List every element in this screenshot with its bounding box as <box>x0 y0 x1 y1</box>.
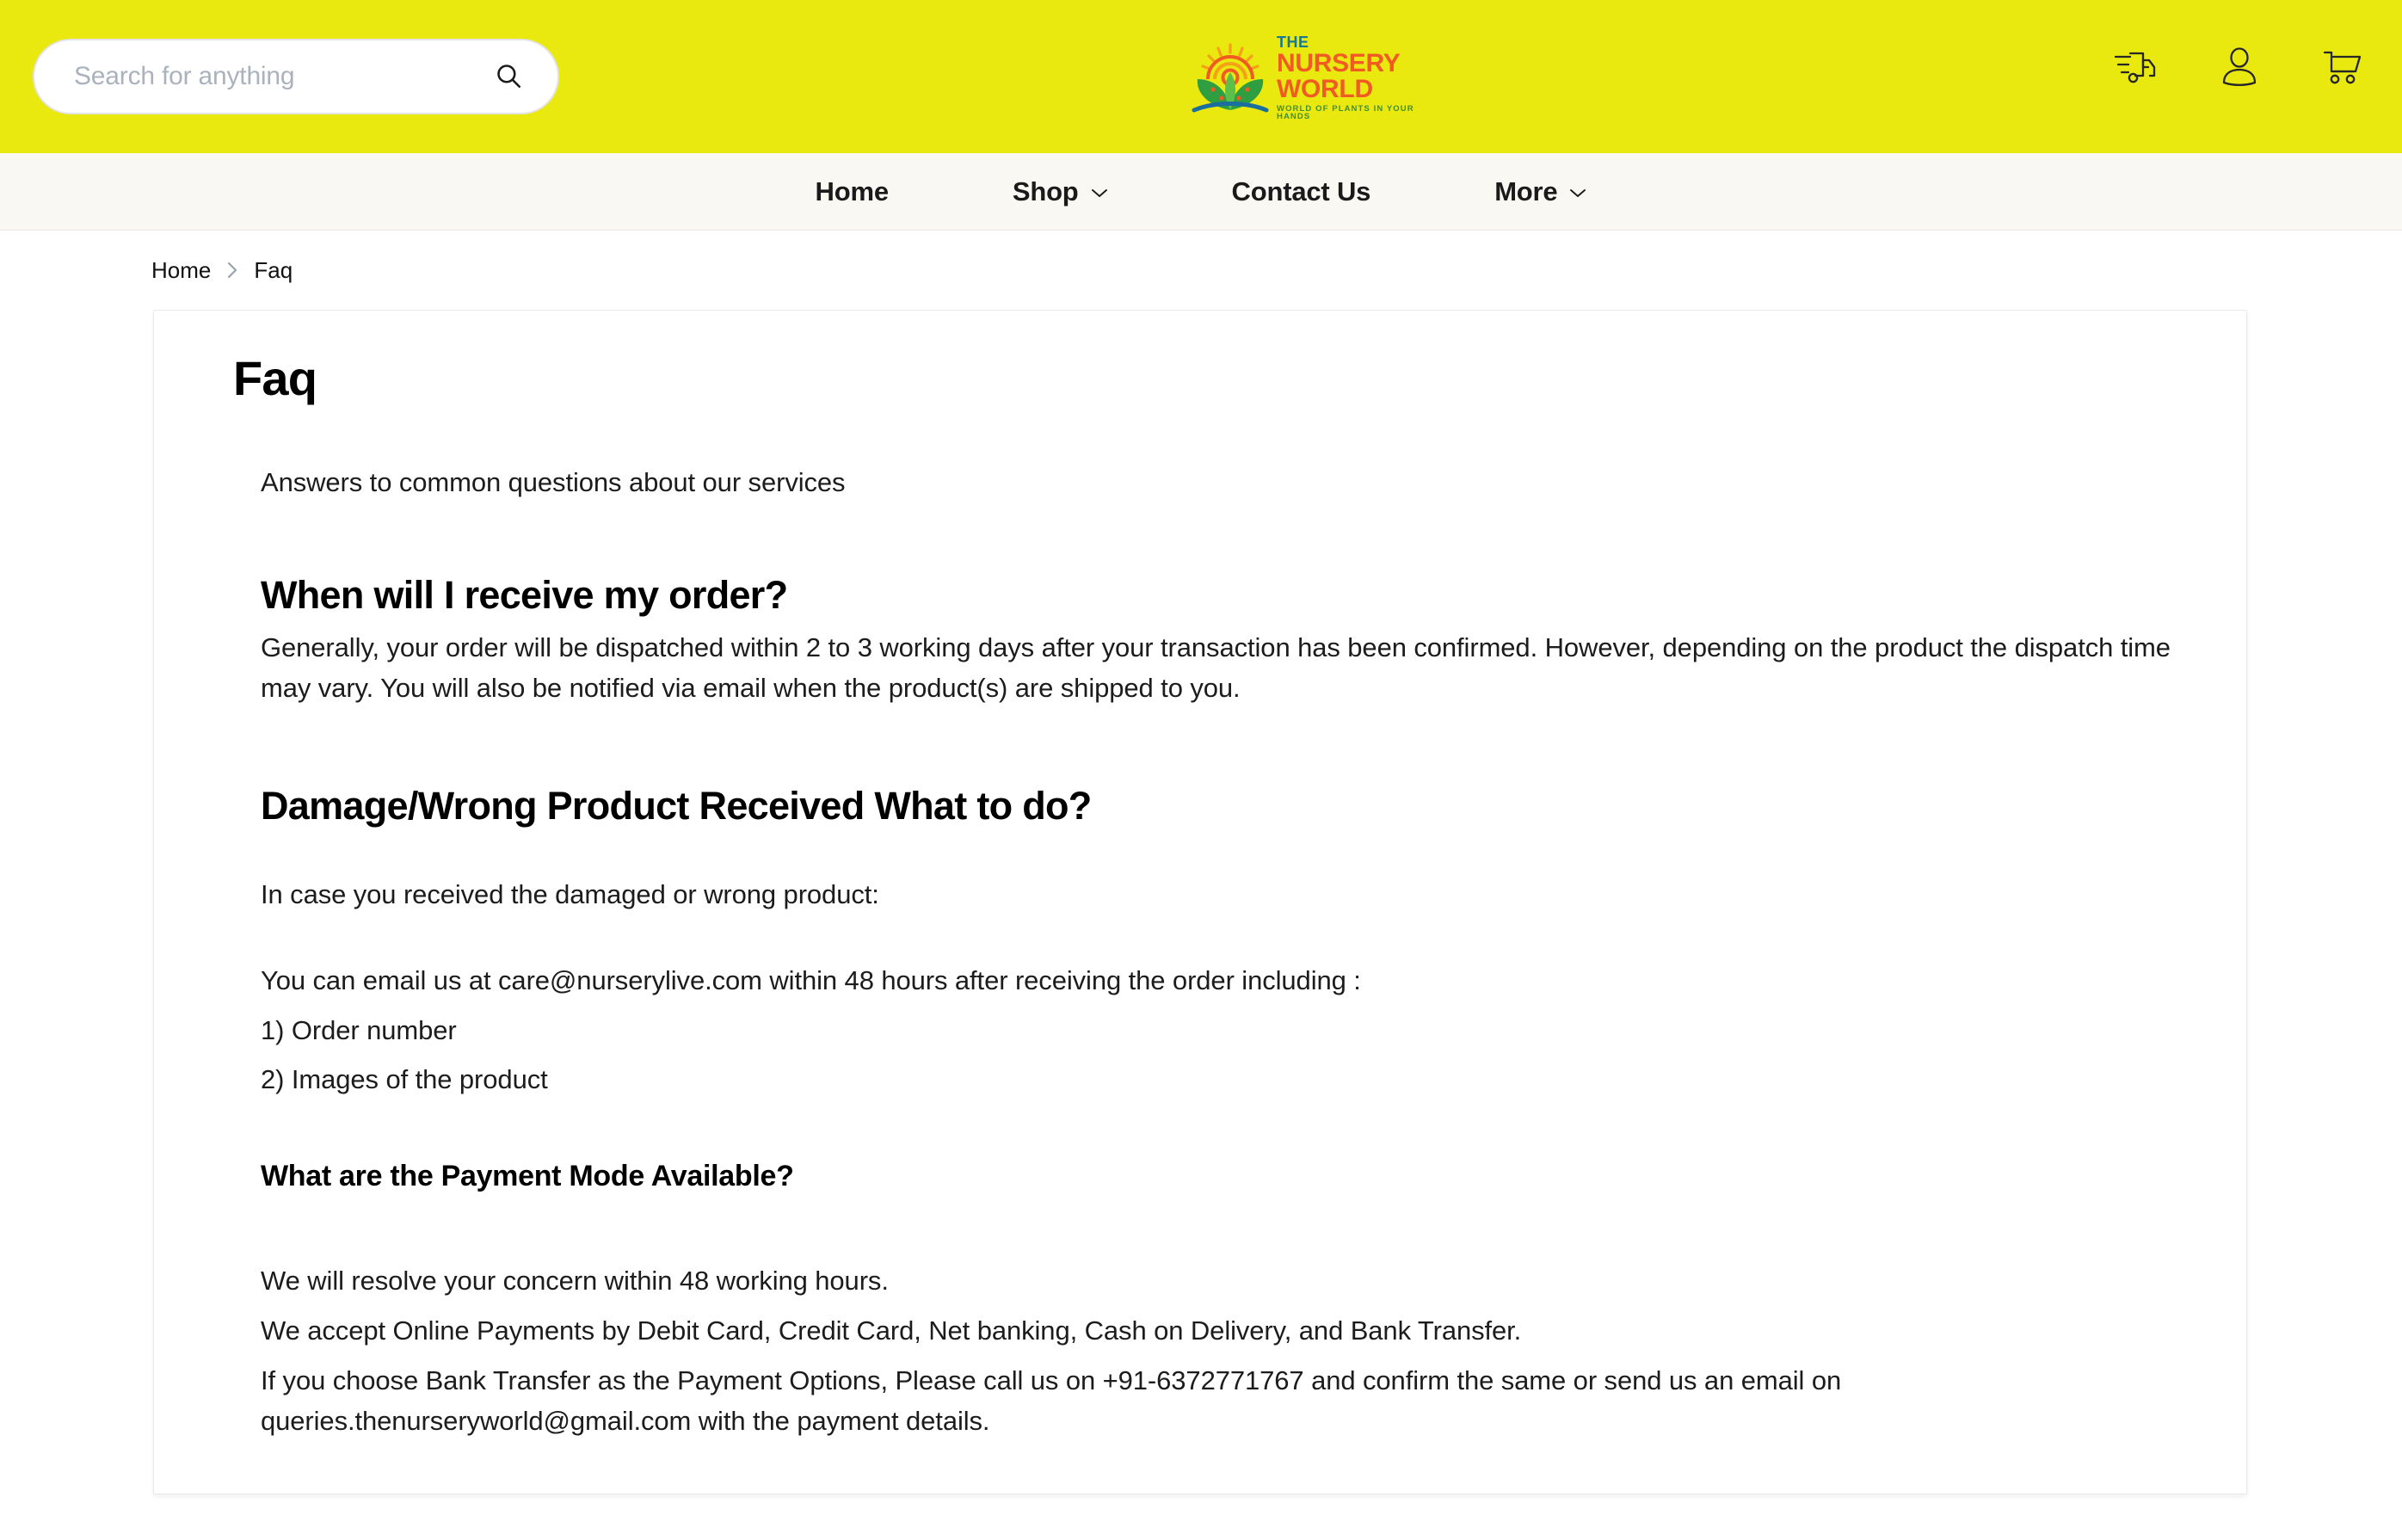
nav-item-more[interactable]: More <box>1432 176 1648 207</box>
logo-tagline: WORLD OF PLANTS IN YOUR HANDS <box>1277 103 1414 121</box>
chevron-right-icon <box>225 260 239 280</box>
faq-question-2: Damage/Wrong Product Received What to do… <box>261 784 1092 829</box>
page-subtitle: Answers to common questions about our se… <box>261 466 846 497</box>
chevron-down-icon <box>1569 188 1586 199</box>
site-logo[interactable]: THE NURSERY WORLD WORLD OF PLANTS IN YOU… <box>1186 34 1414 120</box>
nav-item-shop[interactable]: Shop <box>951 176 1170 207</box>
faq-answer-2-intro: In case you received the damaged or wron… <box>261 879 879 910</box>
track-order-truck-icon[interactable] <box>2111 41 2161 91</box>
nav-list: Home Shop Contact Us More <box>754 176 1649 207</box>
site-header: THE NURSERY WORLD WORLD OF PLANTS IN YOU… <box>0 0 2402 153</box>
faq-answer-2-line-3: 2) Images of the product <box>261 1064 548 1095</box>
nav-label-shop: Shop <box>1012 176 1079 206</box>
nav-label-home: Home <box>815 176 890 206</box>
search-button[interactable] <box>487 55 530 98</box>
faq-answer-3-line-2: We accept Online Payments by Debit Card,… <box>261 1315 1522 1346</box>
faq-content: Answers to common questions about our se… <box>207 467 2193 1443</box>
faq-question-1: When will I receive my order? <box>261 572 788 617</box>
faq-answer-2-line-1: You can email us at care@nurserylive.com… <box>261 964 1361 995</box>
main-navigation: Home Shop Contact Us More <box>0 153 2402 231</box>
search-icon <box>494 61 523 93</box>
chevron-down-icon <box>1091 188 1108 199</box>
shopping-cart-icon[interactable] <box>2318 41 2368 91</box>
faq-question-3: What are the Payment Mode Available? <box>261 1160 794 1192</box>
nav-label-more: More <box>1494 176 1558 206</box>
faq-answer-1: Generally, your order will be dispatched… <box>261 631 2171 704</box>
sun-and-leaves-icon <box>1186 41 1275 114</box>
breadcrumb: Home Faq <box>0 231 2402 310</box>
logo-main-text: NURSERY WORLD <box>1277 48 1400 103</box>
faq-card: Faq Answers to common questions about ou… <box>153 310 2247 1495</box>
user-account-icon[interactable] <box>2214 41 2264 91</box>
search-input[interactable] <box>72 61 487 92</box>
header-actions <box>2111 41 2368 91</box>
nav-item-home[interactable]: Home <box>754 176 951 207</box>
breadcrumb-current: Faq <box>254 256 293 283</box>
nav-item-contact-us[interactable]: Contact Us <box>1170 176 1433 207</box>
faq-answer-3-line-1: We will resolve your concern within 48 w… <box>261 1266 889 1297</box>
logo-the-text: THE <box>1277 33 1309 51</box>
nav-label-contact-us: Contact Us <box>1231 176 1371 206</box>
faq-answer-3-line-3: If you choose Bank Transfer as the Payme… <box>261 1364 1842 1437</box>
faq-answer-2-line-2: 1) Order number <box>261 1014 457 1045</box>
breadcrumb-link-home[interactable]: Home <box>151 257 211 284</box>
page-title: Faq <box>233 351 317 405</box>
search-box[interactable] <box>33 39 559 114</box>
